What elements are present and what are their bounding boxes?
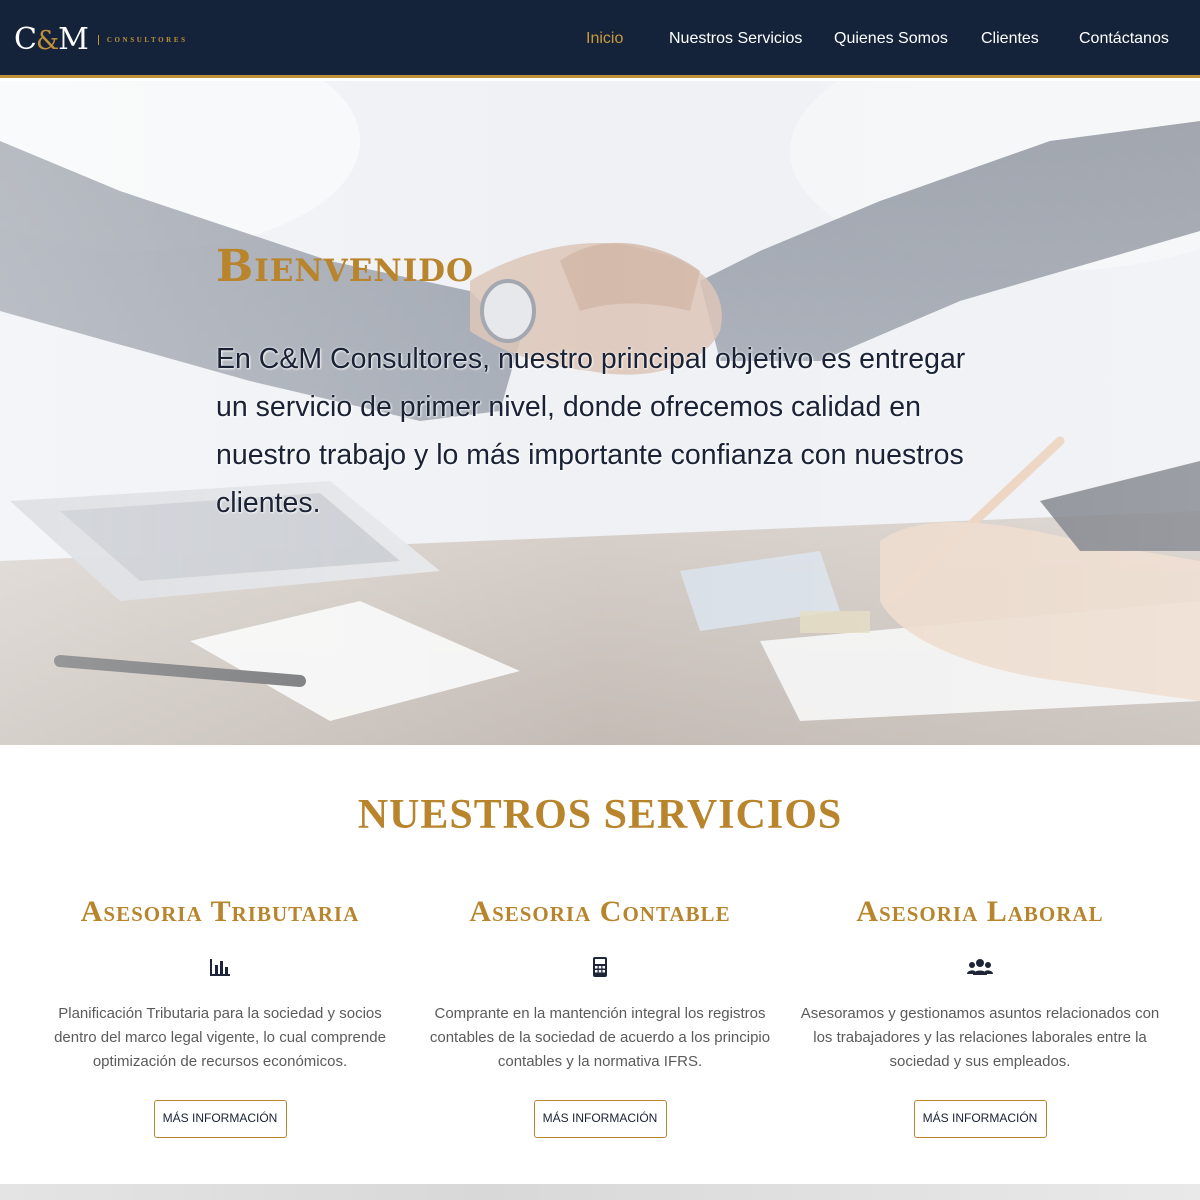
- logo-mark: C&M: [14, 21, 89, 57]
- nav-item-contactanos[interactable]: Contáctanos: [1079, 28, 1169, 50]
- service-heading: Asesoria Laboral: [856, 895, 1104, 928]
- nav-item-nuestros-servicios[interactable]: Nuestros Servicios: [669, 28, 802, 50]
- hero-title: Bienvenido: [216, 241, 475, 292]
- nav-item-quienes-somos[interactable]: Quienes Somos: [834, 28, 948, 50]
- top-navbar: C&M CONSULTORES Inicio Nuestros Servicio…: [0, 0, 1200, 78]
- calculator-icon: [593, 957, 607, 977]
- next-section-edge: [0, 1184, 1200, 1200]
- users-icon: [967, 959, 993, 975]
- nav-item-clientes[interactable]: Clientes: [981, 28, 1039, 50]
- mas-informacion-button[interactable]: MÁS INFORMACIÓN: [913, 1100, 1047, 1138]
- service-card-laboral: Asesoria Laboral Asesoramos y gestionamo…: [790, 890, 1170, 1138]
- service-description: Asesoramos y gestionamos asuntos relacio…: [800, 1005, 1160, 1070]
- service-card-tributaria: Asesoria Tributaria Planificación Tribut…: [30, 890, 410, 1138]
- logo[interactable]: C&M CONSULTORES: [14, 22, 188, 58]
- mas-informacion-button[interactable]: MÁS INFORMACIÓN: [153, 1100, 287, 1138]
- hero-banner: Bienvenido En C&M Consultores, nuestro p…: [0, 81, 1200, 745]
- nav-item-inicio[interactable]: Inicio: [586, 28, 623, 50]
- service-description: Comprante en la mantención integral los …: [429, 1005, 771, 1070]
- services-section-title: NUESTROS SERVICIOS: [357, 792, 843, 838]
- bar-chart-icon: [210, 959, 230, 976]
- service-card-contable: Asesoria Contable Comprante en la manten…: [410, 890, 790, 1138]
- service-heading: Asesoria Contable: [469, 895, 731, 928]
- service-description: Planificación Tributaria para la socieda…: [54, 1005, 386, 1070]
- service-heading: Asesoria Tributaria: [80, 895, 360, 928]
- mas-informacion-button[interactable]: MÁS INFORMACIÓN: [533, 1100, 667, 1138]
- logo-subtitle: CONSULTORES: [106, 36, 188, 44]
- logo-divider: [97, 35, 99, 45]
- hero-description: En C&M Consultores, nuestro principal ob…: [216, 343, 966, 519]
